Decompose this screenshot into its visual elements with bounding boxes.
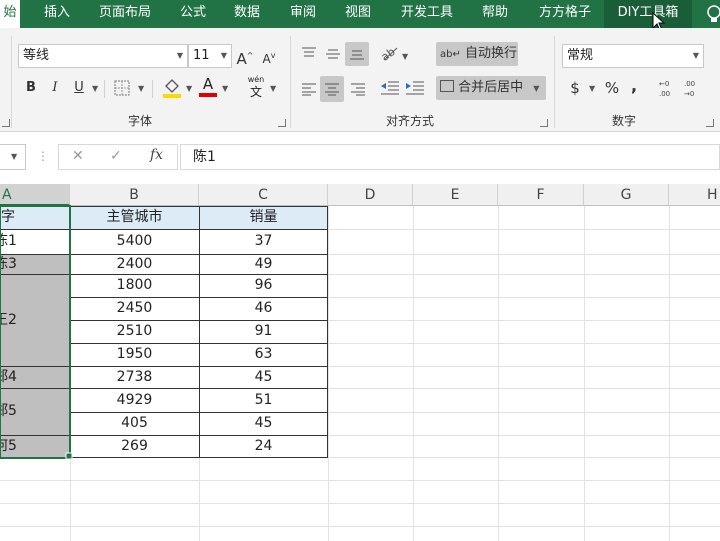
worksheet-grid: A B C D E F G H 名字 主管城市 销量 陈1 陈3 王2 郑4 郑… xyxy=(0,184,720,541)
tab-fangfang[interactable]: 方方格子 xyxy=(530,0,600,28)
number-launcher-icon[interactable] xyxy=(706,119,714,127)
svg-text:.00: .00 xyxy=(659,90,670,98)
underline-button[interactable]: U xyxy=(70,76,88,100)
bold-button[interactable]: B xyxy=(22,76,40,100)
chevron-down-icon: ▼ xyxy=(692,51,699,60)
chevron-down-icon: ▼ xyxy=(11,152,18,161)
chevron-down-icon[interactable]: ▼ xyxy=(270,84,276,93)
table-borders xyxy=(0,205,328,460)
align-center-button[interactable] xyxy=(320,76,344,102)
tab-view[interactable]: 视图 xyxy=(337,0,379,28)
italic-button[interactable]: I xyxy=(46,76,64,100)
tab-formulas[interactable]: 公式 xyxy=(172,0,214,28)
clipboard-launcher-icon[interactable] xyxy=(2,119,10,127)
tab-developer[interactable]: 开发工具 xyxy=(392,0,462,28)
align-left-icon[interactable] xyxy=(301,82,317,96)
font-color-bar xyxy=(199,93,217,97)
group-number-label: 数字 xyxy=(612,114,637,128)
divider xyxy=(152,80,153,98)
merge-center-button[interactable]: 合并后居中 ▼ xyxy=(436,76,546,100)
divider xyxy=(104,80,105,98)
lightbulb-icon[interactable] xyxy=(706,4,720,24)
comma-button[interactable]: , xyxy=(628,74,640,98)
chevron-down-icon[interactable]: ▼ xyxy=(92,84,98,93)
group-divider xyxy=(290,36,291,128)
group-divider xyxy=(11,36,12,128)
decrease-decimal-icon[interactable]: .00 →0 xyxy=(684,78,704,98)
number-format-value: 常规 xyxy=(567,48,594,63)
align-top-icon[interactable] xyxy=(301,46,317,60)
ribbon: 等线 ▼ 11 ▼ A^ Av B I U ▼ ▼ ▼ A ▼ wén 文 ▼ … xyxy=(0,28,720,132)
tab-page-layout[interactable]: 页面布局 xyxy=(92,0,158,28)
orientation-icon[interactable]: ab xyxy=(380,44,400,62)
chevron-down-icon: ▼ xyxy=(533,84,540,93)
chevron-down-icon[interactable]: ▼ xyxy=(186,84,192,93)
percent-button[interactable]: % xyxy=(603,76,621,100)
increase-decimal-icon[interactable]: ←0 .00 xyxy=(659,78,679,98)
font-name-value: 等线 xyxy=(23,48,50,63)
align-bottom-button[interactable] xyxy=(345,42,369,66)
chevron-down-icon: ▼ xyxy=(220,51,227,60)
chevron-down-icon[interactable]: ▼ xyxy=(138,84,144,93)
svg-text:→0: →0 xyxy=(684,90,694,98)
formula-input[interactable]: 陈1 xyxy=(180,144,720,170)
tab-data[interactable]: 数据 xyxy=(226,0,268,28)
increase-indent-icon[interactable] xyxy=(405,80,425,96)
svg-text:.00: .00 xyxy=(684,80,695,88)
tab-help[interactable]: 帮助 xyxy=(474,0,516,28)
group-align-label: 对齐方式 xyxy=(386,114,435,128)
insert-function-button[interactable]: fx xyxy=(150,147,163,163)
grow-font-button[interactable]: A^ xyxy=(236,44,254,68)
tab-home[interactable]: 始 xyxy=(0,0,20,28)
align-right-icon[interactable] xyxy=(350,82,366,96)
tab-review[interactable]: 审阅 xyxy=(282,0,324,28)
font-name-select[interactable]: 等线 ▼ xyxy=(18,44,188,68)
svg-text:ab: ab xyxy=(380,45,398,62)
chevron-down-icon[interactable]: ▼ xyxy=(589,84,595,93)
group-divider xyxy=(554,36,555,128)
decrease-indent-icon[interactable] xyxy=(380,80,400,96)
chevron-down-icon: ▼ xyxy=(176,51,183,60)
borders-icon[interactable] xyxy=(114,80,130,96)
chevron-down-icon[interactable]: ▼ xyxy=(402,52,408,61)
wrap-text-icon: ab↵ xyxy=(440,49,461,60)
tab-diy-toolbox[interactable]: DIY工具箱 xyxy=(604,0,692,28)
chevron-down-icon[interactable]: ▼ xyxy=(222,84,228,93)
align-middle-icon[interactable] xyxy=(325,46,341,60)
align-bottom-icon xyxy=(350,50,364,60)
formula-bar: ▼ ⋮ ✕ ✓ fx 陈1 xyxy=(0,140,720,174)
merge-icon xyxy=(440,80,454,92)
drag-handle-icon[interactable]: ⋮ xyxy=(37,149,49,163)
menu-bar: 始 插入 页面布局 公式 数据 审阅 视图 开发工具 帮助 方方格子 DIY工具… xyxy=(0,0,720,32)
font-size-select[interactable]: 11 ▼ xyxy=(188,44,232,68)
enter-icon[interactable]: ✓ xyxy=(110,148,122,164)
currency-button[interactable]: $ xyxy=(566,76,584,100)
wrap-text-button[interactable]: ab↵ 自动换行 xyxy=(436,42,518,66)
shrink-font-button[interactable]: Av xyxy=(260,44,278,68)
tab-insert[interactable]: 插入 xyxy=(36,0,78,28)
name-box[interactable]: ▼ xyxy=(0,144,26,170)
align-center-icon xyxy=(325,83,339,96)
phonetic-button[interactable]: wén 文 xyxy=(244,74,268,100)
number-format-select[interactable]: 常规 ▼ xyxy=(562,44,704,68)
cancel-icon[interactable]: ✕ xyxy=(72,148,84,164)
fill-color-icon[interactable] xyxy=(162,76,182,98)
align-launcher-icon[interactable] xyxy=(540,119,548,127)
font-color-button[interactable]: A xyxy=(198,75,218,99)
svg-text:←0: ←0 xyxy=(659,80,669,88)
font-size-value: 11 xyxy=(193,48,210,63)
font-launcher-icon[interactable] xyxy=(278,119,286,127)
group-font-label: 字体 xyxy=(128,114,153,128)
